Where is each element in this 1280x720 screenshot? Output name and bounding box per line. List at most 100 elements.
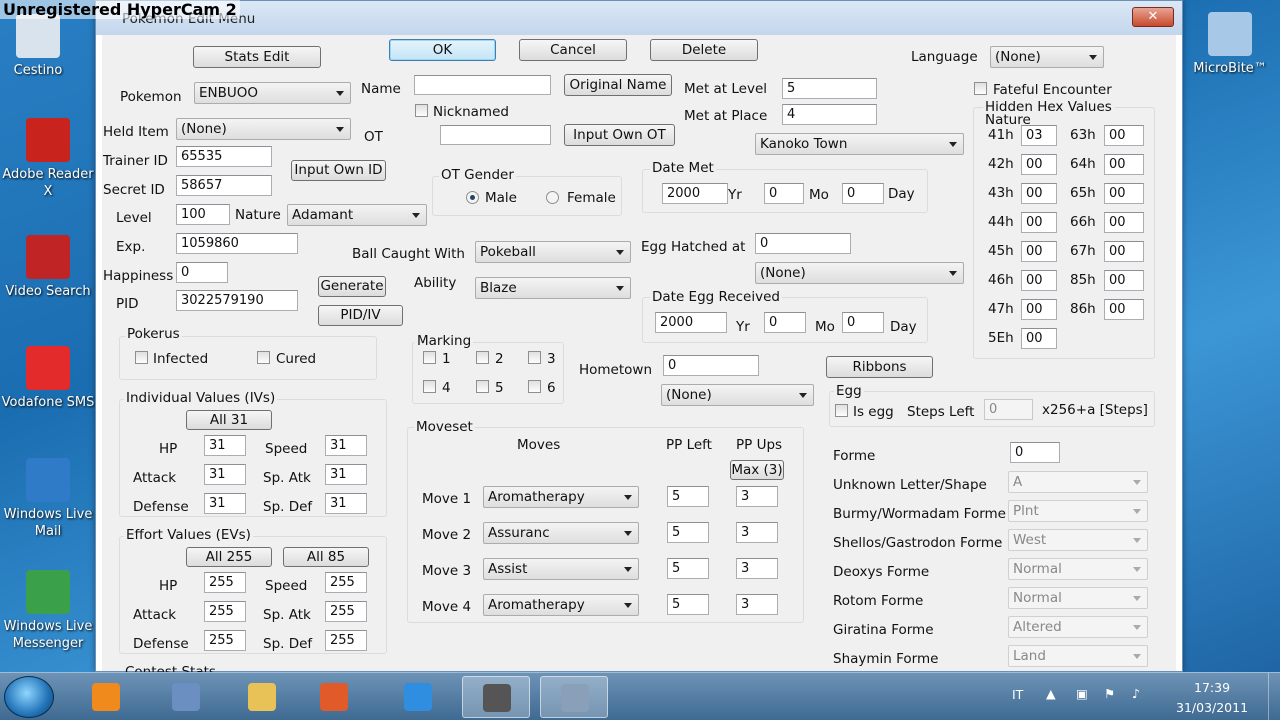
taskbar-app-hypercam[interactable] (462, 676, 530, 718)
iv-hp-field[interactable]: 31 (204, 435, 246, 456)
move-4-select[interactable]: Aromatherapy (483, 594, 639, 616)
hex-field-5Eh[interactable]: 00 (1021, 328, 1057, 349)
date-egg-year-field[interactable]: 2000 (655, 312, 727, 333)
pokemon-select[interactable]: ENBUOO (194, 82, 351, 104)
marking-6-checkbox[interactable] (528, 380, 541, 393)
secret-id-field[interactable]: 58657 (176, 175, 272, 196)
hex-field-41h[interactable]: 03 (1021, 125, 1057, 146)
taskbar-app-editor[interactable] (152, 676, 220, 718)
move-1-ppups-field[interactable]: 3 (736, 486, 778, 507)
taskbar-app-pokesav[interactable] (540, 676, 608, 718)
forme-select-4[interactable]: West (1008, 529, 1148, 551)
max-pp-ups-button[interactable]: Max (3) (730, 460, 784, 480)
desktop-icon-windows-live-mail[interactable]: Windows Live Mail (0, 458, 96, 540)
start-button[interactable] (4, 676, 54, 718)
volume-icon[interactable]: ♪ (1132, 686, 1140, 701)
language-select[interactable]: (None) (990, 46, 1104, 68)
iv-defense-field[interactable]: 31 (204, 493, 246, 514)
move-3-select[interactable]: Assist (483, 558, 639, 580)
move-2-ppups-field[interactable]: 3 (736, 522, 778, 543)
nature-select[interactable]: Adamant (287, 204, 427, 226)
network-icon[interactable]: ▣ (1076, 686, 1088, 701)
forme-select-7[interactable]: Altered (1008, 616, 1148, 638)
window-close-button[interactable]: ✕ (1132, 7, 1174, 27)
marking-5-checkbox[interactable] (476, 380, 489, 393)
forme-select-5[interactable]: Normal (1008, 558, 1148, 580)
input-own-id-button[interactable]: Input Own ID (291, 160, 386, 181)
move-4-ppups-field[interactable]: 3 (736, 594, 778, 615)
original-name-button[interactable]: Original Name (564, 74, 672, 96)
name-field[interactable] (414, 75, 551, 95)
female-radio[interactable] (546, 191, 559, 204)
hex-field-63h[interactable]: 00 (1104, 125, 1144, 146)
marking-3-checkbox[interactable] (528, 351, 541, 364)
level-field[interactable]: 100 (176, 204, 230, 225)
hex-field-85h[interactable]: 00 (1104, 270, 1144, 291)
held-item-select[interactable]: (None) (176, 118, 351, 140)
forme-select-2[interactable]: A (1008, 471, 1148, 493)
generate-button[interactable]: Generate (318, 276, 386, 297)
all-255-button[interactable]: All 255 (186, 547, 272, 567)
desktop-icon-windows-live-messenger[interactable]: Windows Live Messenger (0, 570, 96, 652)
ev-spdef-field[interactable]: 255 (325, 630, 367, 651)
ot-field[interactable] (440, 125, 551, 145)
date-met-day-field[interactable]: 0 (842, 183, 884, 204)
move-1-select[interactable]: Aromatherapy (483, 486, 639, 508)
hex-field-44h[interactable]: 00 (1021, 212, 1057, 233)
pid-field[interactable]: 3022579190 (176, 290, 298, 311)
date-met-year-field[interactable]: 2000 (662, 183, 728, 204)
show-hidden-icons-icon[interactable]: ▲ (1046, 686, 1056, 701)
date-egg-month-field[interactable]: 0 (764, 312, 806, 333)
iv-spdef-field[interactable]: 31 (325, 493, 367, 514)
desktop-icon-recycle-bin[interactable]: Cestino (0, 14, 86, 79)
exp-field[interactable]: 1059860 (176, 233, 298, 254)
is-egg-checkbox[interactable] (835, 404, 848, 417)
infected-checkbox[interactable] (135, 351, 148, 364)
marking-1-checkbox[interactable] (423, 351, 436, 364)
ev-attack-field[interactable]: 255 (204, 601, 246, 622)
fateful-encounter-checkbox[interactable] (974, 82, 987, 95)
hex-field-65h[interactable]: 00 (1104, 183, 1144, 204)
date-egg-day-field[interactable]: 0 (842, 312, 884, 333)
marking-2-checkbox[interactable] (476, 351, 489, 364)
cured-checkbox[interactable] (257, 351, 270, 364)
all-85-button[interactable]: All 85 (283, 547, 369, 567)
met-at-place-field[interactable]: 4 (782, 104, 877, 125)
move-2-pp-field[interactable]: 5 (667, 522, 709, 543)
delete-button[interactable]: Delete (650, 39, 758, 61)
forme-select-3[interactable]: Plnt (1008, 500, 1148, 522)
desktop-icon-video-search[interactable]: Video Search (0, 235, 96, 300)
all-31-button[interactable]: All 31 (186, 410, 272, 430)
steps-left-field[interactable]: 0 (984, 399, 1033, 420)
forme-select-8[interactable]: Land (1008, 645, 1148, 667)
hex-field-66h[interactable]: 00 (1104, 212, 1144, 233)
pid-iv-button[interactable]: PID/IV (318, 305, 403, 326)
clock-date[interactable]: 31/03/2011 (1176, 700, 1248, 715)
window-titlebar[interactable]: Pokemon Edit Menu ✕ (96, 1, 1182, 35)
cancel-button[interactable]: Cancel (519, 39, 627, 61)
iv-spatk-field[interactable]: 31 (325, 464, 367, 485)
ev-defense-field[interactable]: 255 (204, 630, 246, 651)
taskbar-app-internet-explorer[interactable] (384, 676, 452, 718)
hometown-field[interactable]: 0 (663, 355, 759, 376)
hex-field-42h[interactable]: 00 (1021, 154, 1057, 175)
forme-select-6[interactable]: Normal (1008, 587, 1148, 609)
move-2-select[interactable]: Assuranc (483, 522, 639, 544)
move-4-pp-field[interactable]: 5 (667, 594, 709, 615)
trainer-id-field[interactable]: 65535 (176, 146, 272, 167)
ribbons-button[interactable]: Ribbons (826, 356, 933, 378)
action-center-icon[interactable]: ⚑ (1104, 686, 1115, 701)
taskbar-app-explorer[interactable] (228, 676, 296, 718)
hex-field-67h[interactable]: 00 (1104, 241, 1144, 262)
hometown-select[interactable]: (None) (661, 384, 814, 406)
desktop-icon-vodafone-sms[interactable]: Vodafone SMS (0, 346, 96, 411)
hex-field-46h[interactable]: 00 (1021, 270, 1057, 291)
stats-edit-button[interactable]: Stats Edit (193, 46, 321, 68)
egg-hatched-field[interactable]: 0 (755, 233, 851, 254)
date-met-month-field[interactable]: 0 (764, 183, 804, 204)
ev-hp-field[interactable]: 255 (204, 572, 246, 593)
ball-select[interactable]: Pokeball (475, 241, 631, 263)
ok-button[interactable]: OK (389, 39, 496, 61)
move-3-ppups-field[interactable]: 3 (736, 558, 778, 579)
iv-speed-field[interactable]: 31 (325, 435, 367, 456)
